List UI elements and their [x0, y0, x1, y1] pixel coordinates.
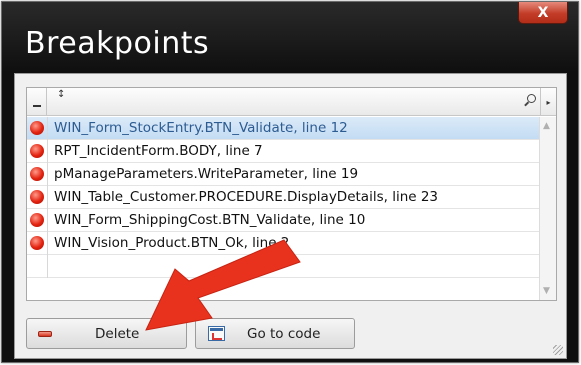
header-collapse-cell[interactable] [27, 88, 47, 116]
breakpoints-table: ↕ ▸ WIN_Form_StockEntry.BTN_Validate, li… [26, 87, 557, 301]
window-content: ↕ ▸ WIN_Form_StockEntry.BTN_Validate, li… [14, 73, 567, 359]
breakpoint-icon [30, 190, 44, 204]
minus-icon [33, 105, 41, 107]
delete-button-label: Delete [95, 326, 140, 342]
breakpoint-location: WIN_Vision_Product.BTN_Ok, line 2 [54, 235, 290, 251]
breakpoint-location: WIN_Form_StockEntry.BTN_Validate, line 1… [54, 120, 348, 136]
breakpoints-window: Breakpoints X ↕ ▸ WIN_Form_StockEntry.BT… [1, 1, 579, 363]
breakpoint-icon [30, 121, 44, 135]
table-rows: WIN_Form_StockEntry.BTN_Validate, line 1… [27, 117, 539, 278]
resize-grip-icon[interactable] [553, 345, 563, 355]
breakpoint-icon [30, 236, 44, 250]
vertical-scrollbar[interactable]: ▲ ▼ [539, 117, 556, 300]
breakpoint-icon [30, 167, 44, 181]
go-to-code-button-label: Go to code [247, 326, 321, 342]
scroll-down-icon[interactable]: ▼ [543, 286, 550, 296]
table-row[interactable]: WIN_Form_ShippingCost.BTN_Validate, line… [27, 209, 539, 232]
table-row[interactable]: RPT_IncidentForm.BODY, line 7 [27, 140, 539, 163]
sort-icon[interactable]: ↕ [57, 90, 65, 100]
delete-icon [38, 331, 52, 337]
go-to-code-icon [208, 326, 225, 341]
table-row[interactable]: WIN_Table_Customer.PROCEDURE.DisplayDeta… [27, 186, 539, 209]
table-row[interactable]: pManageParameters.WriteParameter, line 1… [27, 163, 539, 186]
table-row[interactable]: WIN_Vision_Product.BTN_Ok, line 2 [27, 232, 539, 255]
table-row-empty [27, 255, 539, 278]
header-scroll-right[interactable]: ▸ [540, 88, 556, 116]
window-title: Breakpoints [25, 26, 210, 61]
table-header: ↕ ▸ [27, 88, 556, 116]
delete-button[interactable]: Delete [26, 318, 187, 349]
search-icon[interactable] [527, 94, 536, 103]
breakpoint-location: RPT_IncidentForm.BODY, line 7 [54, 143, 263, 159]
table-row[interactable]: WIN_Form_StockEntry.BTN_Validate, line 1… [27, 117, 539, 140]
breakpoint-location: WIN_Table_Customer.PROCEDURE.DisplayDeta… [54, 189, 439, 205]
close-button[interactable]: X [518, 2, 568, 24]
breakpoint-icon [30, 144, 44, 158]
breakpoint-location: pManageParameters.WriteParameter, line 1… [54, 166, 359, 182]
scroll-up-icon[interactable]: ▲ [543, 121, 550, 131]
go-to-code-button[interactable]: Go to code [195, 318, 355, 349]
breakpoint-location: WIN_Form_ShippingCost.BTN_Validate, line… [54, 212, 366, 228]
breakpoint-icon [30, 213, 44, 227]
